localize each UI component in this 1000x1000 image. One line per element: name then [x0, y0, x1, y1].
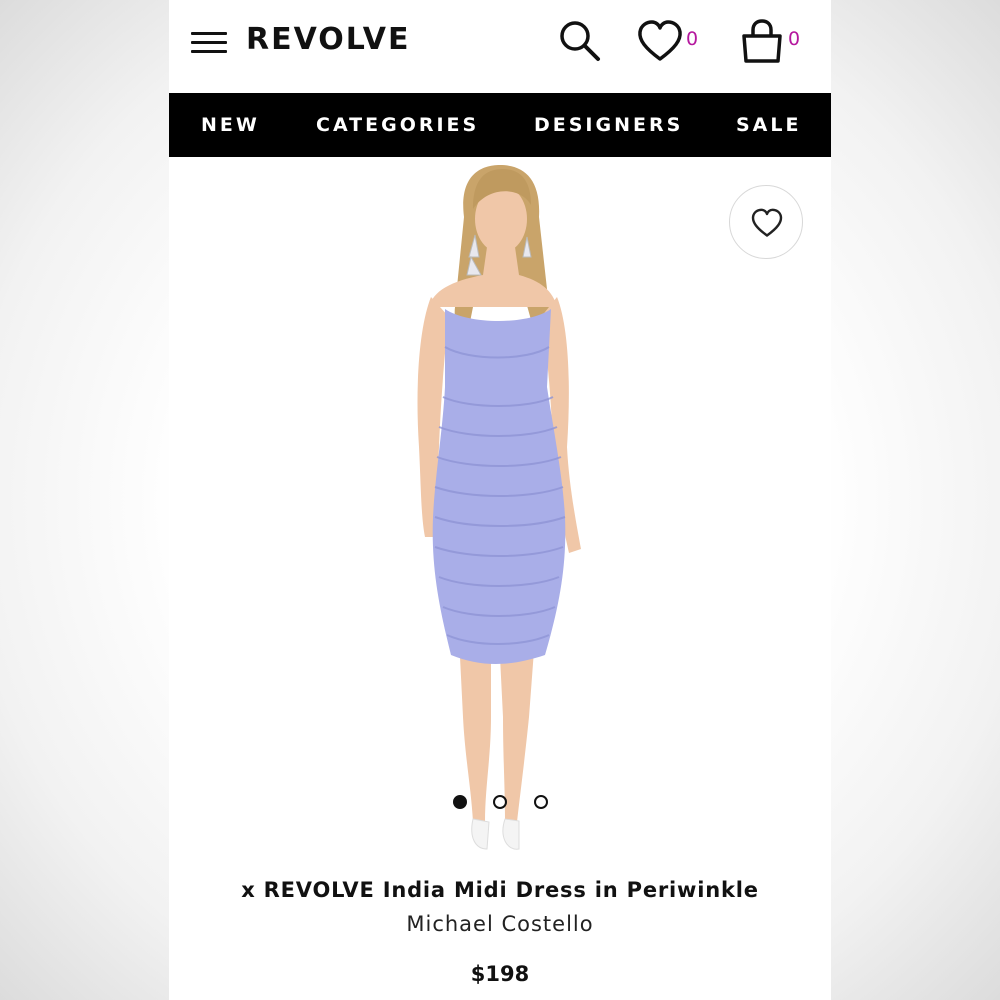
- wishlist-count: 0: [686, 28, 699, 50]
- search-icon[interactable]: [557, 18, 603, 64]
- nav-categories[interactable]: CATEGORIES: [316, 114, 479, 136]
- carousel-dot-3[interactable]: [534, 795, 548, 809]
- category-nav: NEW CATEGORIES DESIGNERS SALE: [169, 93, 831, 157]
- product-photo: [417, 165, 581, 850]
- bag-count: 0: [788, 28, 801, 50]
- carousel-dot-1[interactable]: [453, 795, 467, 809]
- hamburger-menu-icon[interactable]: [191, 32, 227, 54]
- wishlist-button[interactable]: [637, 20, 687, 64]
- carousel-dot-2[interactable]: [493, 795, 507, 809]
- product-image-carousel[interactable]: [169, 157, 831, 857]
- heart-outline-icon: [751, 208, 783, 237]
- add-to-favorites-button[interactable]: [729, 185, 803, 259]
- app-screen: REVOLVE 0 0 NEW CATEGORIES DESIGNERS SAL…: [169, 0, 831, 1000]
- top-header: REVOLVE 0 0: [169, 0, 831, 93]
- nav-sale[interactable]: SALE: [736, 114, 801, 136]
- carousel-pagination: [451, 795, 551, 811]
- bag-button[interactable]: [739, 18, 789, 64]
- shopping-bag-icon: [742, 19, 782, 63]
- nav-designers[interactable]: DESIGNERS: [534, 114, 683, 136]
- product-designer[interactable]: Michael Costello: [169, 912, 831, 936]
- heart-icon: [638, 20, 682, 61]
- product-title: x REVOLVE India Midi Dress in Periwinkle: [241, 878, 759, 902]
- product-price: $198: [470, 962, 530, 986]
- nav-new[interactable]: NEW: [201, 114, 260, 136]
- revolve-logo[interactable]: REVOLVE: [246, 22, 410, 57]
